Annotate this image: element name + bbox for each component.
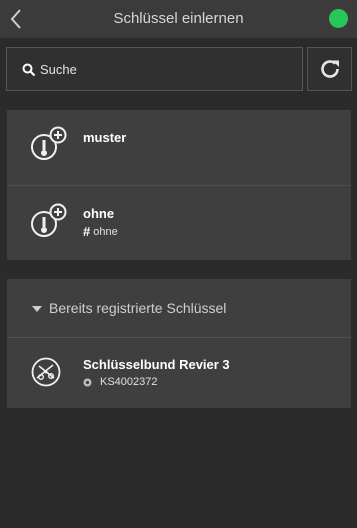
search-input[interactable]: Suche (40, 48, 77, 92)
search-icon (22, 63, 36, 77)
key-sub-label: ohne (93, 225, 118, 238)
registered-item[interactable]: Schlüsselbund Revier 3 KS4002372 (7, 338, 351, 408)
key-name: ohne (83, 206, 115, 221)
key-add-icon (31, 126, 67, 160)
caret-down-icon (32, 306, 42, 312)
refresh-icon (320, 60, 339, 78)
key-sub: # ohne (83, 224, 118, 239)
keyring-sub: KS4002372 (83, 376, 158, 388)
back-button[interactable] (4, 6, 28, 32)
key-name: muster (83, 130, 127, 145)
hash-icon: # (83, 224, 91, 239)
search-box[interactable]: Suche (6, 47, 303, 91)
key-item-ohne[interactable]: ohne # ohne (7, 186, 351, 260)
key-list: muster ohne # ohne (7, 110, 351, 260)
section-label: Bereits registrierte Schlüssel (49, 300, 227, 316)
keyring-id: KS4002372 (100, 376, 158, 388)
top-bar: Schlüssel einlernen (0, 0, 357, 38)
status-indicator (329, 9, 348, 28)
keyring-icon (31, 357, 61, 387)
registered-section-header[interactable]: Bereits registrierte Schlüssel (7, 279, 351, 338)
tag-icon (83, 378, 92, 386)
page-title: Schlüssel einlernen (113, 10, 244, 27)
chevron-left-icon (10, 9, 21, 29)
key-item-muster[interactable]: muster (7, 110, 351, 186)
refresh-button[interactable] (307, 47, 352, 91)
registered-section: Bereits registrierte Schlüssel Schlüssel… (7, 279, 351, 408)
keyring-name: Schlüsselbund Revier 3 (83, 357, 230, 372)
key-add-icon (31, 203, 67, 237)
